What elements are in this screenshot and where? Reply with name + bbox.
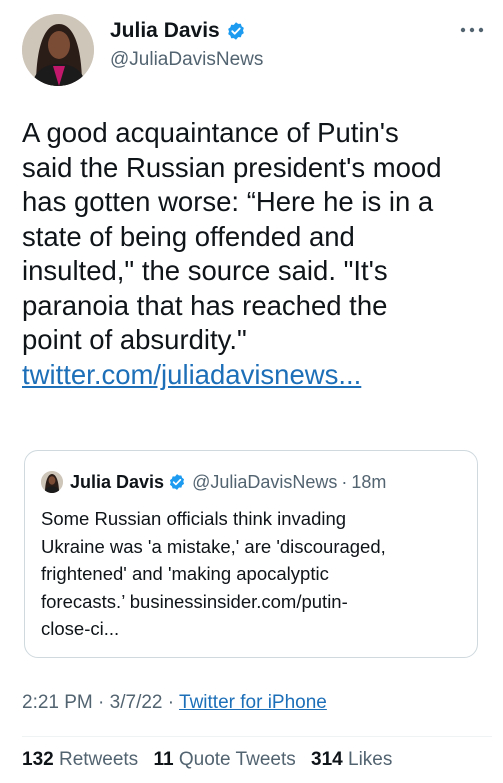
quoted-text-line: Ukraine was 'a mistake,' are 'discourage… bbox=[41, 535, 386, 557]
tweet-text-line: insulted," the source said. "It's bbox=[22, 255, 388, 286]
tweet-meta: 2:21 PM · 3/7/22 · Twitter for iPhone bbox=[22, 692, 327, 714]
quoted-text-line: forecasts.’ businessinsider.com/putin- bbox=[41, 590, 348, 612]
tweet-time[interactable]: 2:21 PM bbox=[22, 692, 93, 713]
likes-stat[interactable]: 314 Likes bbox=[311, 749, 392, 770]
tweet-text-line: said the Russian president's mood bbox=[22, 151, 442, 183]
tweet-text-line: A good acquaintance of Putin's bbox=[22, 117, 399, 148]
quoted-text-line: Some Russian officials think invading bbox=[41, 508, 347, 529]
retweets-stat[interactable]: 132 Retweets bbox=[22, 749, 138, 770]
quoted-avatar bbox=[41, 471, 63, 493]
more-horizontal-icon[interactable] bbox=[458, 22, 486, 38]
tweet-text-line: paranoia that has reached the bbox=[22, 289, 388, 321]
quoted-handle[interactable]: @JuliaDavisNews bbox=[192, 472, 337, 493]
user-handle[interactable]: @JuliaDavisNews bbox=[110, 49, 263, 71]
tweet-link[interactable]: twitter.com/juliadavisnews... bbox=[22, 358, 492, 393]
tweet-text-line: point of absurdity." bbox=[22, 324, 247, 355]
retweets-label: Retweets bbox=[58, 749, 139, 770]
tweet-text-line: state of being offended and bbox=[22, 220, 355, 252]
name-row: Julia Davis bbox=[110, 19, 246, 43]
quote-tweets-count: 11 bbox=[153, 749, 174, 770]
separator-dot: · bbox=[92, 692, 110, 713]
tweet-date[interactable]: 3/7/22 bbox=[110, 692, 163, 713]
retweets-count: 132 bbox=[22, 749, 54, 770]
divider bbox=[22, 736, 492, 737]
quoted-timestamp[interactable]: 18m bbox=[351, 472, 386, 493]
quoted-avatar-photo bbox=[41, 471, 63, 493]
tweet-text: A good acquaintance of Putin's said the … bbox=[22, 116, 492, 392]
likes-label: Likes bbox=[348, 749, 393, 770]
quoted-tweet-text: Some Russian officials think invading Uk… bbox=[41, 505, 471, 643]
quote-tweets-label: Quote Tweets bbox=[178, 749, 296, 770]
verified-badge-icon bbox=[227, 22, 244, 40]
quoted-tweet[interactable]: Julia Davis @JuliaDavisNews · 18m Some R… bbox=[24, 450, 478, 658]
likes-count: 314 bbox=[311, 749, 343, 770]
quoted-display-name[interactable]: Julia Davis bbox=[70, 472, 164, 493]
tweet-text-line: has gotten worse: “Here he is in a bbox=[22, 186, 434, 217]
quote-tweets-stat[interactable]: 11 Quote Tweets bbox=[153, 749, 295, 770]
avatar-photo bbox=[22, 14, 94, 86]
tweet-source-link[interactable]: Twitter for iPhone bbox=[179, 692, 327, 713]
verified-badge-icon bbox=[170, 474, 185, 490]
display-name[interactable]: Julia Davis bbox=[110, 19, 220, 43]
separator-dot: · bbox=[341, 471, 348, 492]
quoted-tweet-header: Julia Davis @JuliaDavisNews · 18m bbox=[41, 471, 386, 493]
tweet-header: Julia Davis @JuliaDavisNews bbox=[0, 0, 503, 100]
tweet-stats: 132 Retweets 11 Quote Tweets 314 Likes bbox=[22, 749, 392, 771]
quoted-text-line: frightened' and 'making apocalyptic bbox=[41, 563, 329, 584]
separator-dot: · bbox=[162, 692, 180, 713]
avatar[interactable] bbox=[22, 14, 94, 86]
quoted-text-line: close-ci... bbox=[41, 618, 120, 639]
